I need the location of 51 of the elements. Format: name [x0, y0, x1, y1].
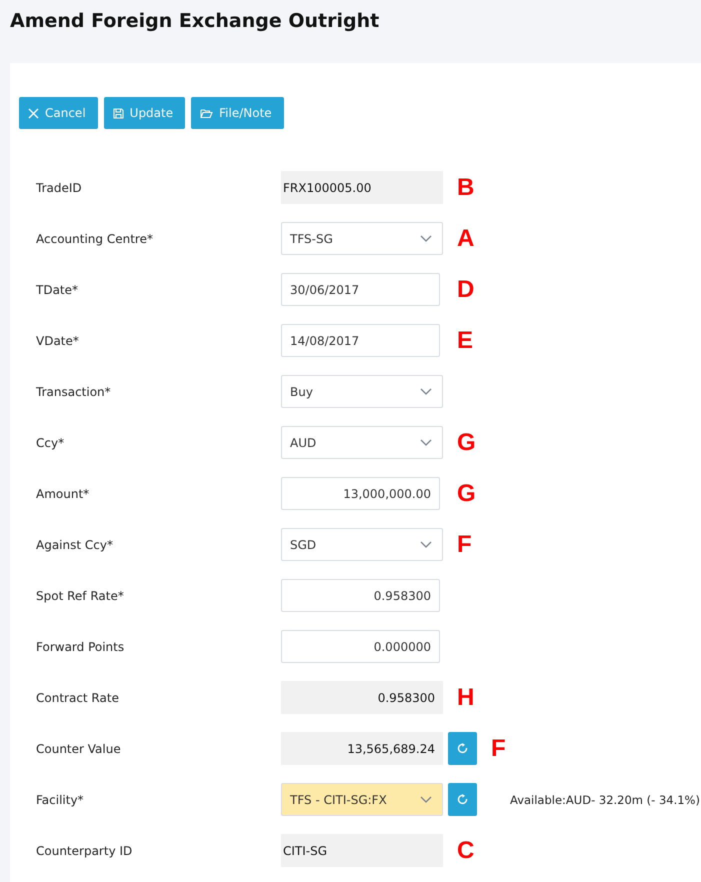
chevron-down-icon [420, 388, 432, 395]
input-field[interactable]: 14/08/2017 [281, 324, 440, 357]
input-field[interactable]: 0.000000 [281, 630, 440, 663]
annotation-letter: G [457, 480, 476, 508]
input-field[interactable]: 13,000,000.00 [281, 477, 440, 510]
dropdown[interactable]: AUD [281, 426, 443, 459]
dropdown[interactable]: TFS - CITI-SG:FX [281, 783, 443, 816]
readonly-field: 0.958300 [281, 681, 443, 714]
field-label: Facility* [35, 792, 85, 806]
annotation-letter: D [457, 276, 474, 304]
annotation-letter: A [457, 224, 474, 252]
field-label: Spot Ref Rate* [35, 588, 125, 602]
annotation-letter: B [457, 174, 474, 202]
readonly-field: 13,565,689.24 [281, 732, 443, 765]
annotation-letter: E [457, 326, 474, 354]
field-label: Contract Rate [35, 690, 120, 704]
field-label: VDate* [35, 334, 80, 348]
annotation-letter: C [457, 836, 474, 864]
input-field[interactable]: 30/06/2017 [281, 273, 440, 306]
field-label: TradeID [35, 180, 83, 194]
chevron-down-icon [420, 235, 432, 242]
field-label: Transaction* [35, 384, 112, 398]
refresh-button[interactable] [448, 783, 477, 816]
field-label: Counterparty ID [35, 844, 134, 858]
field-label: Accounting Centre* [35, 232, 154, 246]
input-field[interactable]: 0.958300 [281, 579, 440, 612]
field-label: Counter Value [35, 742, 122, 756]
field-label: Forward Points [35, 640, 126, 654]
page-title: Amend Foreign Exchange Outright [9, 9, 380, 32]
annotation-letter: G [457, 428, 476, 456]
annotation-letter: F [457, 530, 472, 558]
dropdown[interactable]: Buy [281, 375, 443, 408]
refresh-button[interactable] [448, 732, 477, 765]
annotation-letter: H [457, 684, 474, 712]
annotation-letter: F [491, 734, 506, 762]
field-label: Ccy* [35, 436, 66, 450]
close-icon [28, 108, 39, 118]
readonly-field: FRX100005.00 [281, 171, 443, 204]
availability-text: Available:AUD- 32.20m (- 34.1%) [510, 792, 700, 806]
chevron-down-icon [420, 541, 432, 548]
field-label: Against Ccy* [35, 538, 114, 552]
refresh-icon [457, 743, 468, 754]
refresh-icon [457, 794, 468, 805]
chevron-down-icon [420, 796, 432, 803]
chevron-down-icon [420, 439, 432, 446]
readonly-field: CITI-SG [281, 834, 443, 867]
field-label: TDate* [35, 282, 80, 296]
dropdown[interactable]: TFS-SG [281, 222, 443, 255]
dropdown[interactable]: SGD [281, 528, 443, 561]
folder-icon [200, 108, 214, 118]
field-label: Amount* [35, 486, 90, 500]
